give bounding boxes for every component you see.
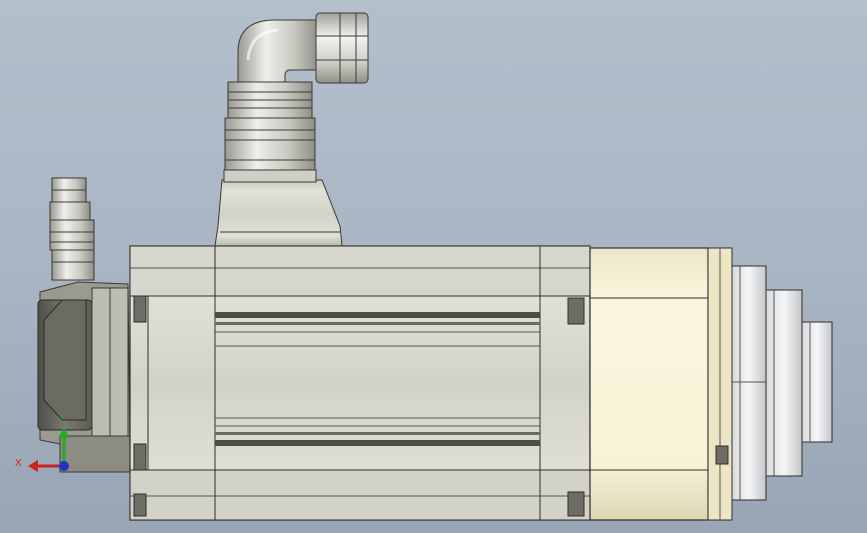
motor-model[interactable] xyxy=(0,0,867,533)
graphics-viewport[interactable]: X Y xyxy=(0,0,867,533)
x-axis-label: X xyxy=(15,458,22,469)
output-shaft[interactable] xyxy=(801,321,833,443)
output-flange[interactable] xyxy=(731,265,803,501)
power-connector[interactable] xyxy=(214,12,369,247)
y-axis-label: Y xyxy=(57,415,64,426)
motor-housing[interactable] xyxy=(129,245,591,521)
gearbox-housing[interactable] xyxy=(589,247,733,521)
encoder-connector[interactable] xyxy=(49,177,95,281)
encoder-cover[interactable] xyxy=(37,281,131,473)
